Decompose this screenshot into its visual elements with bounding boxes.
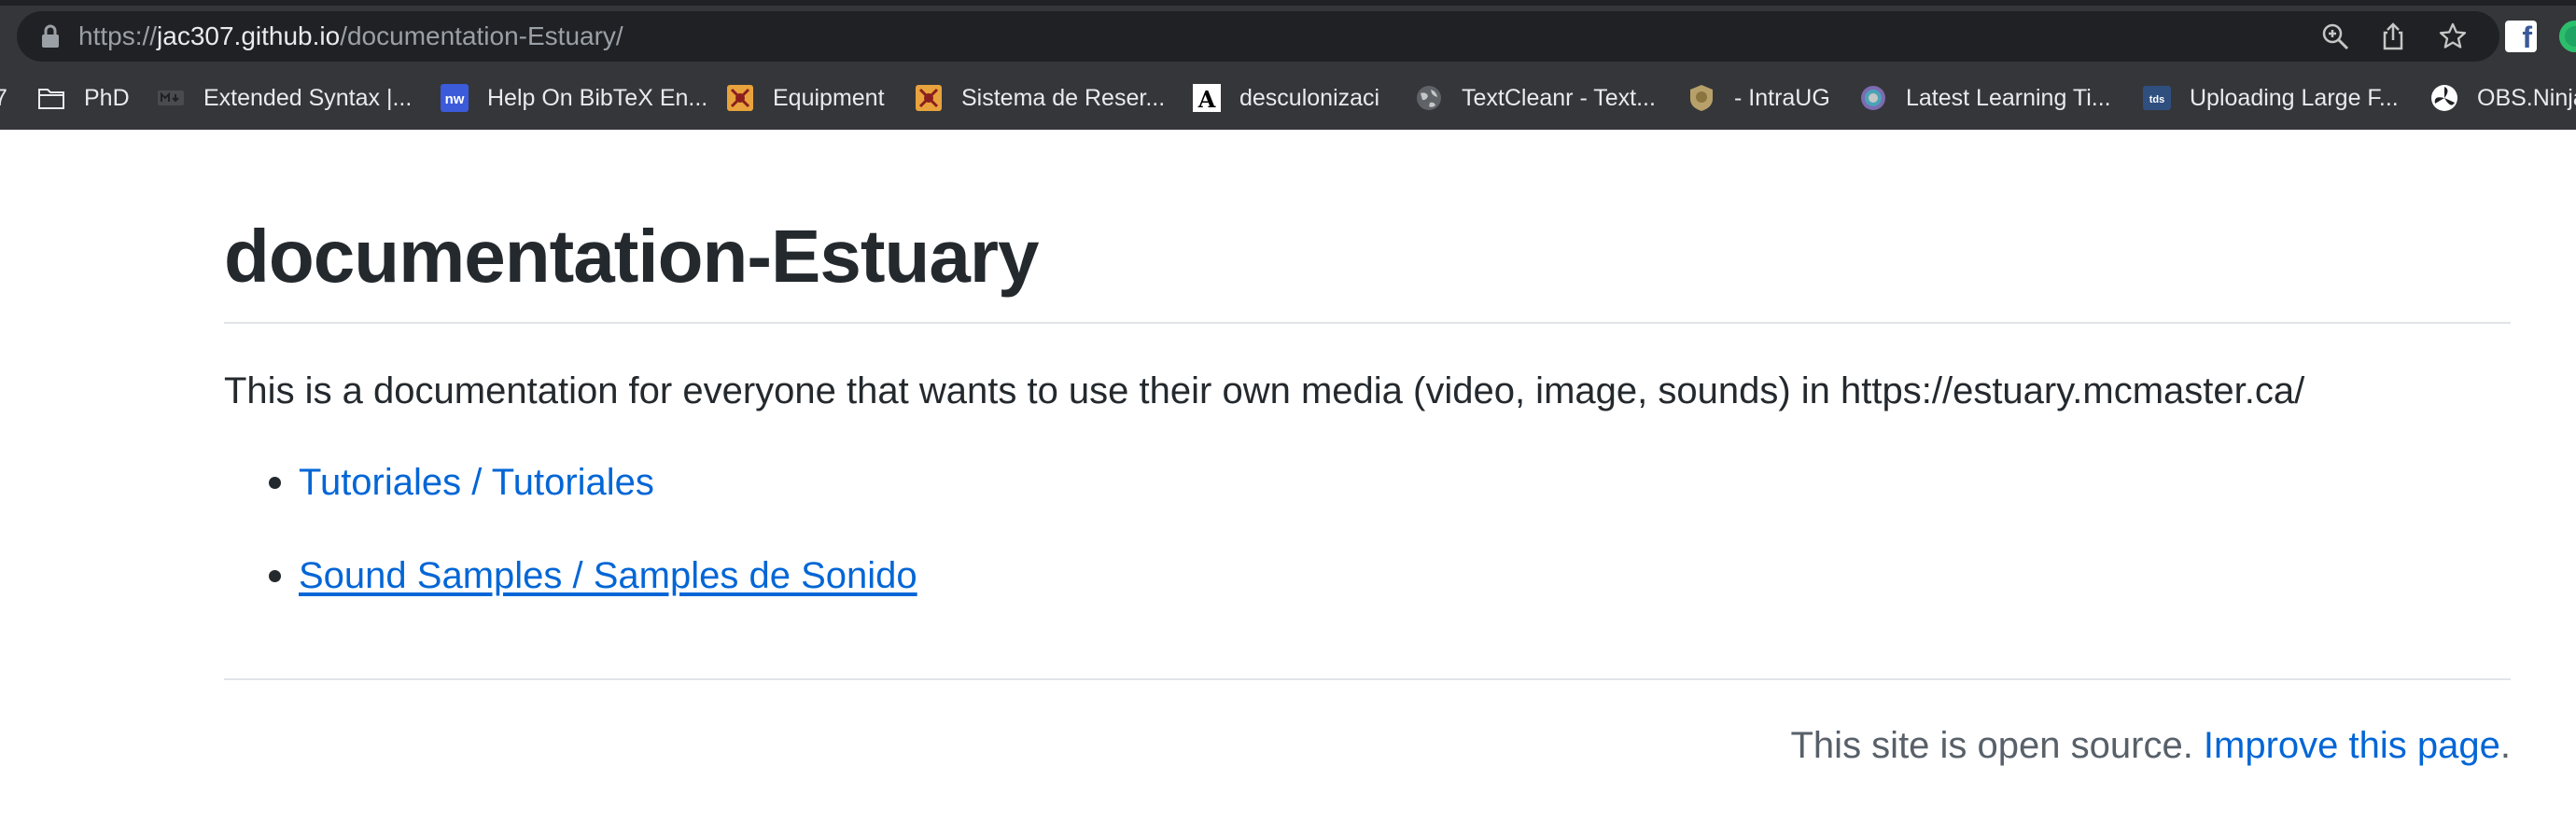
bookmark-item[interactable]: Latest Learning Ti... xyxy=(1859,78,2111,118)
bookmark-item[interactable]: Sistema de Reser... xyxy=(915,78,1165,118)
footer: This site is open source. Improve this p… xyxy=(1791,719,2512,772)
bookmark-label: desculonizaci xyxy=(1239,84,1380,111)
bookmark-item[interactable]: tds Uploading Large F... xyxy=(2143,78,2399,118)
bookmark-label: Uploading Large F... xyxy=(2190,84,2399,111)
tutoriales-link[interactable]: Tutoriales / Tutoriales xyxy=(299,456,654,509)
bookmark-item[interactable]: A desculonizaci xyxy=(1193,78,1379,118)
folder-icon xyxy=(38,89,64,109)
bookmark-item[interactable]: nw Help On BibTeX En... xyxy=(441,78,707,118)
share-icon[interactable] xyxy=(2378,21,2408,51)
bookmark-item[interactable]: 7 xyxy=(0,78,7,118)
bookmark-label: Equipment xyxy=(773,84,885,111)
svg-text:A: A xyxy=(1197,86,1216,112)
url-scheme: https:// xyxy=(78,21,158,50)
improve-page-link[interactable]: Improve this page xyxy=(2204,725,2500,766)
page-title: documentation-Estuary xyxy=(224,215,1039,298)
lock-icon[interactable] xyxy=(39,24,62,49)
crest-icon xyxy=(916,85,942,111)
bookmark-item[interactable]: TextCleanr - Text... xyxy=(1415,78,1656,118)
address-bar[interactable]: https://jac307.github.io/documentation-E… xyxy=(17,11,2499,62)
url-host: jac307.github.io xyxy=(157,21,341,50)
browser-chrome: https://jac307.github.io/documentation-E… xyxy=(0,0,2576,130)
facebook-extension-icon[interactable]: f xyxy=(2505,21,2537,54)
seal-icon xyxy=(1690,85,1713,111)
footer-text: This site is open source. xyxy=(1790,725,2204,766)
markdown-icon xyxy=(158,91,184,105)
bookmark-label: Sistema de Reser... xyxy=(961,84,1166,111)
bookmark-star-icon[interactable] xyxy=(2438,21,2468,51)
bookmark-label: Latest Learning Ti... xyxy=(1906,84,2111,111)
tds-icon: tds xyxy=(2143,86,2171,110)
crest-icon xyxy=(727,85,753,111)
footer-period: . xyxy=(2499,725,2511,766)
target-icon xyxy=(1861,86,1885,110)
green-extension-icon[interactable] xyxy=(2559,21,2576,52)
bookmark-label: Help On BibTeX En... xyxy=(487,84,708,111)
bookmark-label: TextCleanr - Text... xyxy=(1462,84,1656,111)
bookmark-label: OBS.Ninja xyxy=(2477,84,2576,111)
bookmark-item[interactable]: - IntraUG xyxy=(1687,78,1830,118)
zoom-icon[interactable] xyxy=(2320,21,2350,51)
bullet-icon xyxy=(269,477,281,489)
globe-icon xyxy=(1417,86,1441,110)
bookmark-item[interactable]: Extended Syntax |... xyxy=(157,78,412,118)
sound-samples-link[interactable]: Sound Samples / Samples de Sonido xyxy=(299,550,917,602)
bookmark-label: Extended Syntax |... xyxy=(203,84,413,111)
footer-divider xyxy=(224,678,2511,680)
title-divider xyxy=(224,322,2511,324)
bookmark-label: PhD xyxy=(84,84,130,111)
url-text[interactable]: https://jac307.github.io/documentation-E… xyxy=(78,11,623,62)
bookmark-item[interactable]: Equipment xyxy=(726,78,885,118)
bullet-icon xyxy=(269,570,281,582)
bookmark-label: - IntraUG xyxy=(1734,84,1830,111)
url-path: /documentation-Estuary/ xyxy=(340,21,623,50)
bookmark-label: 7 xyxy=(0,84,7,111)
letter-a-icon: A xyxy=(1193,84,1221,112)
nw-logo-icon: nw xyxy=(441,84,469,112)
description-text: This is a documentation for everyone tha… xyxy=(224,370,2305,411)
svg-text:nw: nw xyxy=(445,91,465,107)
svg-text:tds: tds xyxy=(2149,94,2165,105)
bookmark-folder-phd[interactable]: PhD xyxy=(37,78,130,118)
tab-strip-edge xyxy=(0,0,2576,6)
bookmark-item[interactable]: OBS.Ninja xyxy=(2430,78,2576,118)
ninja-icon xyxy=(2431,85,2457,111)
